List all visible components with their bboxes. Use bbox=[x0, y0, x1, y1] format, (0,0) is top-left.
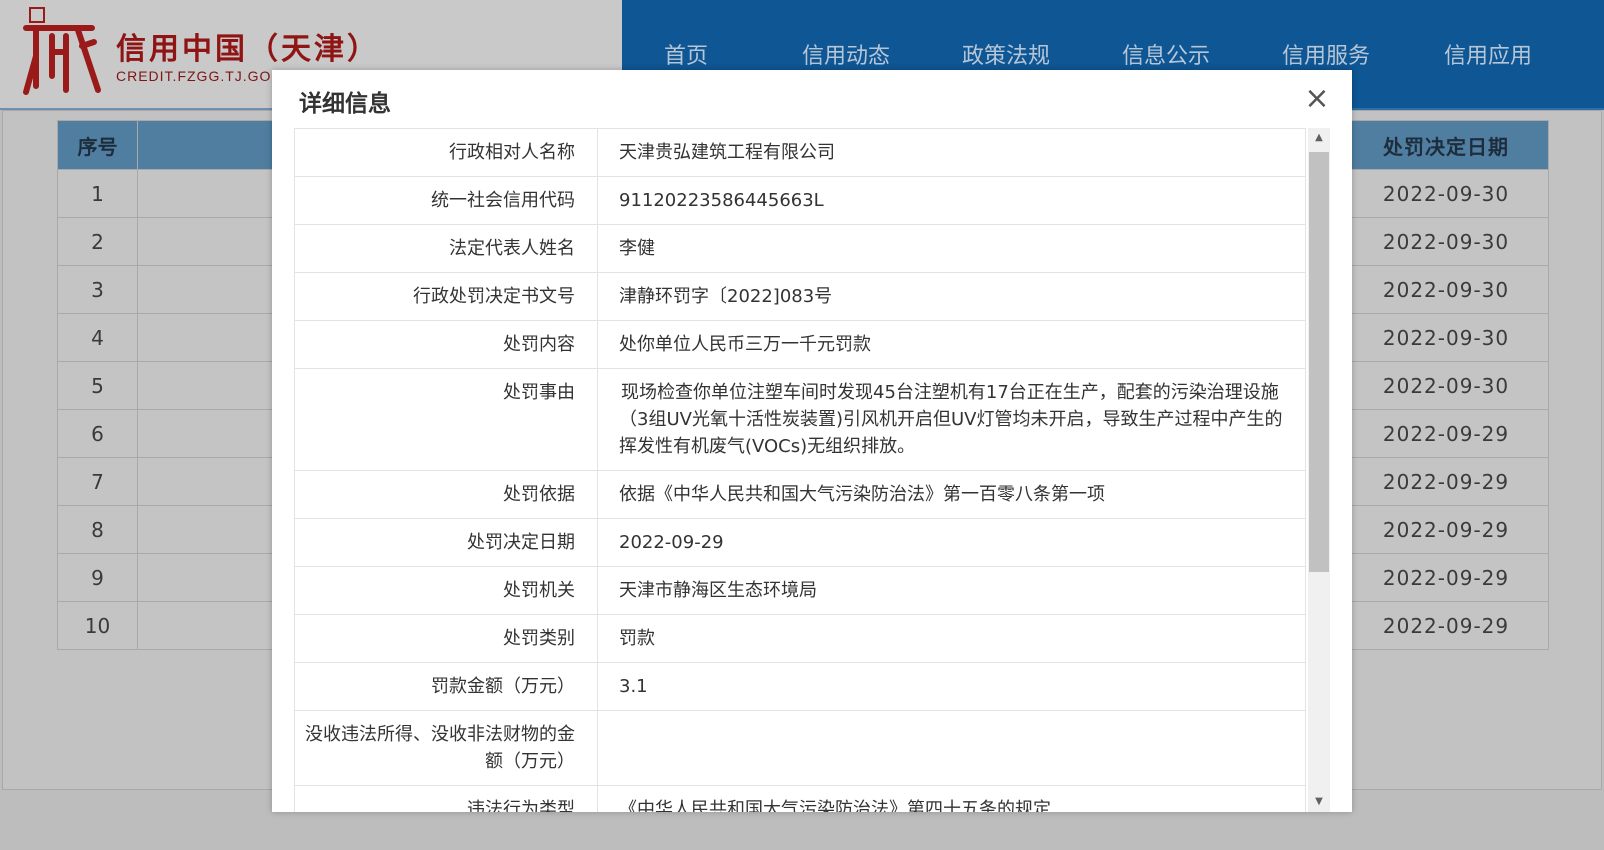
detail-row: 处罚类别 罚款 bbox=[294, 614, 1306, 663]
field-label: 违法行为类型 bbox=[294, 785, 598, 812]
detail-row: 违法行为类型 《中华人民共和国大气污染防治法》第四十五条的规定 bbox=[294, 785, 1306, 812]
row-date: 2022-09-30 bbox=[1343, 265, 1549, 314]
field-value: 天津贵弘建筑工程有限公司 bbox=[597, 128, 1306, 177]
field-label: 罚款金额（万元） bbox=[294, 662, 598, 711]
field-value: 2022-09-29 bbox=[597, 518, 1306, 567]
nav-credit-app[interactable]: 信用应用 bbox=[1444, 38, 1532, 70]
dialog-scroll-area[interactable]: 行政相对人名称 天津贵弘建筑工程有限公司 统一社会信用代码 9112022358… bbox=[294, 128, 1330, 812]
field-label: 行政处罚决定书文号 bbox=[294, 272, 598, 321]
detail-row: 处罚事由 现场检查你单位注塑车间时发现45台注塑机有17台正在生产，配套的污染治… bbox=[294, 368, 1306, 471]
detail-row: 处罚机关 天津市静海区生态环境局 bbox=[294, 566, 1306, 615]
field-value: 处你单位人民币三万一千元罚款 bbox=[597, 320, 1306, 369]
field-label: 处罚内容 bbox=[294, 320, 598, 369]
scroll-down-arrow-icon[interactable]: ▼ bbox=[1308, 792, 1330, 812]
detail-table: 行政相对人名称 天津贵弘建筑工程有限公司 统一社会信用代码 9112022358… bbox=[294, 128, 1306, 812]
row-date: 2022-09-30 bbox=[1343, 361, 1549, 410]
site-logo-url: CREDIT.FZGG.TJ.GO bbox=[116, 68, 272, 84]
nav-home[interactable]: 首页 bbox=[664, 38, 708, 70]
field-label: 处罚事由 bbox=[294, 368, 598, 471]
row-seq: 10 bbox=[57, 601, 138, 650]
field-label: 处罚机关 bbox=[294, 566, 598, 615]
row-seq: 4 bbox=[57, 313, 138, 362]
detail-row: 处罚依据 依据《中华人民共和国大气污染防治法》第一百零八条第一项 bbox=[294, 470, 1306, 519]
row-seq: 5 bbox=[57, 361, 138, 410]
field-value: 李健 bbox=[597, 224, 1306, 273]
field-value: 津静环罚字〔2022]083号 bbox=[597, 272, 1306, 321]
field-label: 行政相对人名称 bbox=[294, 128, 598, 177]
row-date: 2022-09-29 bbox=[1343, 601, 1549, 650]
nav-policy[interactable]: 政策法规 bbox=[962, 38, 1050, 70]
nav-disclosure[interactable]: 信息公示 bbox=[1122, 38, 1210, 70]
row-date: 2022-09-29 bbox=[1343, 409, 1549, 458]
field-label: 处罚决定日期 bbox=[294, 518, 598, 567]
detail-dialog: 详细信息 × 行政相对人名称 天津贵弘建筑工程有限公司 统一社会信用代码 911… bbox=[272, 70, 1352, 812]
field-value: 《中华人民共和国大气污染防治法》第四十五条的规定 bbox=[597, 785, 1306, 812]
nav-credit-service[interactable]: 信用服务 bbox=[1282, 38, 1370, 70]
field-value: 现场检查你单位注塑车间时发现45台注塑机有17台正在生产，配套的污染治理设施（3… bbox=[597, 368, 1306, 471]
row-seq: 1 bbox=[57, 169, 138, 218]
detail-row: 没收违法所得、没收非法财物的金额（万元） bbox=[294, 710, 1306, 786]
row-date: 2022-09-30 bbox=[1343, 217, 1549, 266]
credit-logo-icon bbox=[23, 7, 101, 95]
scroll-up-arrow-icon[interactable]: ▲ bbox=[1308, 128, 1330, 148]
field-value: 罚款 bbox=[597, 614, 1306, 663]
column-header-date: 处罚决定日期 bbox=[1343, 120, 1549, 170]
field-value: 3.1 bbox=[597, 662, 1306, 711]
field-value: 天津市静海区生态环境局 bbox=[597, 566, 1306, 615]
detail-row: 处罚决定日期 2022-09-29 bbox=[294, 518, 1306, 567]
vertical-scrollbar[interactable]: ▲ ▼ bbox=[1308, 128, 1330, 812]
row-date: 2022-09-29 bbox=[1343, 553, 1549, 602]
field-value bbox=[597, 710, 1306, 786]
field-label: 处罚类别 bbox=[294, 614, 598, 663]
field-label: 统一社会信用代码 bbox=[294, 176, 598, 225]
dialog-title: 详细信息 bbox=[299, 91, 391, 117]
row-date: 2022-09-29 bbox=[1343, 505, 1549, 554]
detail-row: 行政相对人名称 天津贵弘建筑工程有限公司 bbox=[294, 128, 1306, 177]
detail-row: 行政处罚决定书文号 津静环罚字〔2022]083号 bbox=[294, 272, 1306, 321]
row-seq: 2 bbox=[57, 217, 138, 266]
field-value: 91120223586445663L bbox=[597, 176, 1306, 225]
row-seq: 8 bbox=[57, 505, 138, 554]
nav-credit-news[interactable]: 信用动态 bbox=[802, 38, 890, 70]
close-icon[interactable]: × bbox=[1302, 84, 1332, 114]
row-seq: 3 bbox=[57, 265, 138, 314]
row-seq: 7 bbox=[57, 457, 138, 506]
site-logo-title[interactable]: 信用中国（天津） bbox=[116, 24, 380, 68]
row-date: 2022-09-30 bbox=[1343, 169, 1549, 218]
detail-row: 统一社会信用代码 91120223586445663L bbox=[294, 176, 1306, 225]
row-date: 2022-09-30 bbox=[1343, 313, 1549, 362]
row-seq: 9 bbox=[57, 553, 138, 602]
field-value: 依据《中华人民共和国大气污染防治法》第一百零八条第一项 bbox=[597, 470, 1306, 519]
detail-row: 罚款金额（万元） 3.1 bbox=[294, 662, 1306, 711]
field-label: 处罚依据 bbox=[294, 470, 598, 519]
detail-row: 处罚内容 处你单位人民币三万一千元罚款 bbox=[294, 320, 1306, 369]
row-date: 2022-09-29 bbox=[1343, 457, 1549, 506]
detail-row: 法定代表人姓名 李健 bbox=[294, 224, 1306, 273]
field-label: 没收违法所得、没收非法财物的金额（万元） bbox=[294, 710, 598, 786]
field-label: 法定代表人姓名 bbox=[294, 224, 598, 273]
scrollbar-thumb[interactable] bbox=[1309, 152, 1329, 572]
row-seq: 6 bbox=[57, 409, 138, 458]
column-header-seq: 序号 bbox=[57, 120, 138, 170]
